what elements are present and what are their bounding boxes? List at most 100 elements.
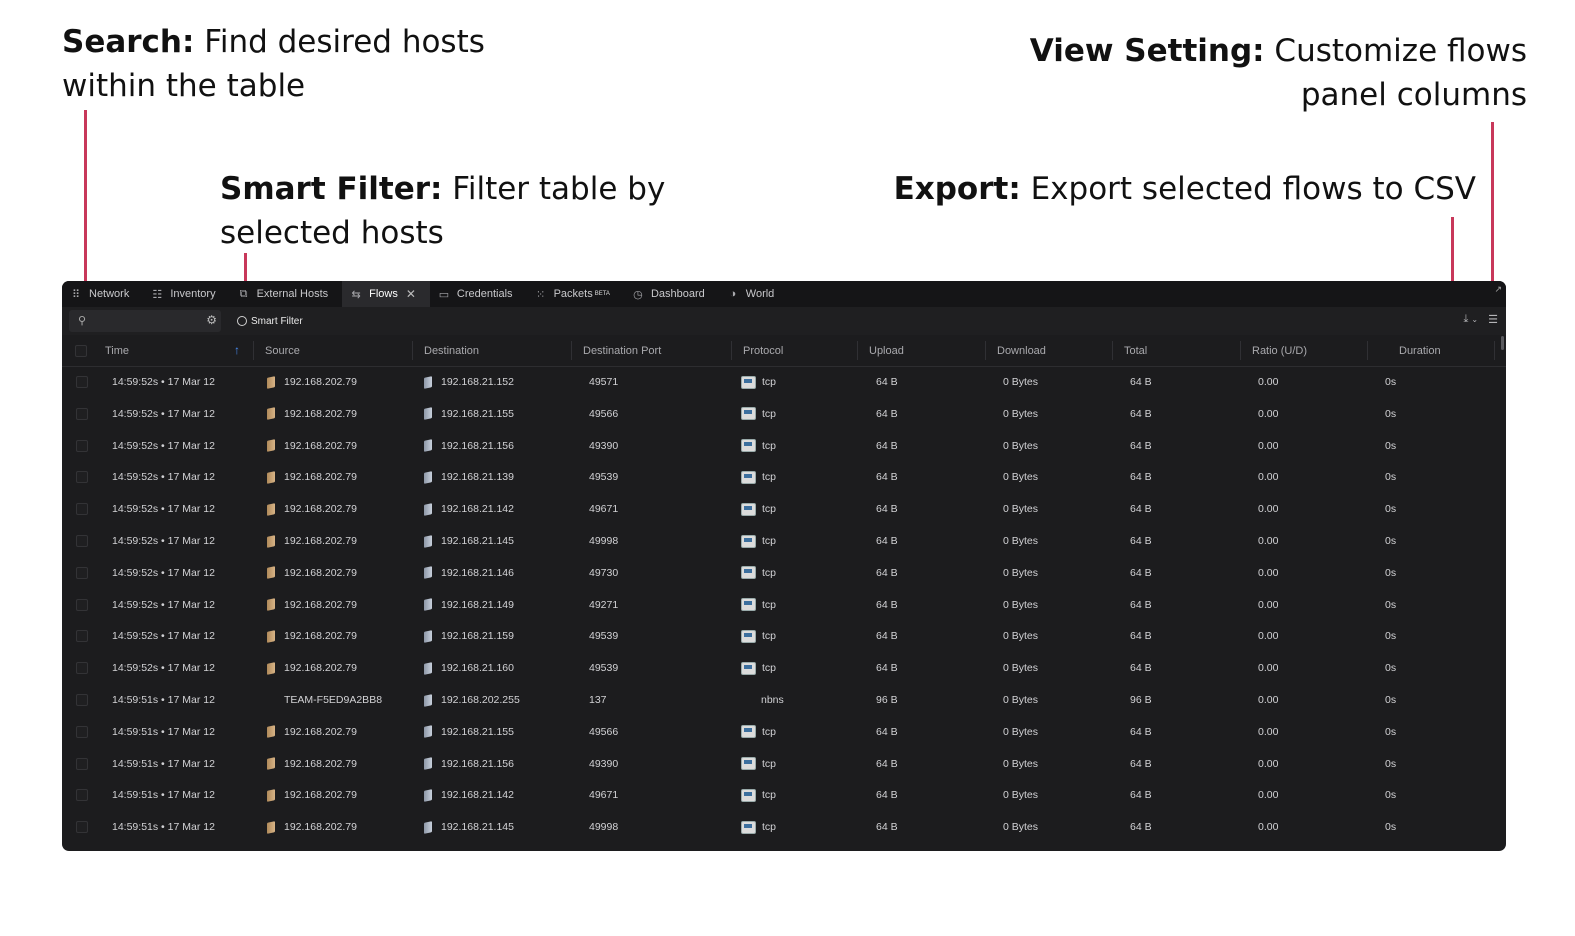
column-resize-handle[interactable] [412,341,413,360]
tab-packets[interactable]: ⁙ Packets BETA [527,281,624,307]
row-checkbox[interactable] [76,439,88,452]
row-checkbox-cell[interactable] [76,557,88,589]
row-checkbox[interactable] [76,630,88,643]
row-checkbox[interactable] [76,471,88,484]
table-row[interactable]: 14:59:51s • 17 Mar 12 TEAM-F5ED9A2BB8 192.… [62,684,1506,716]
upload-value: 64 B [876,566,898,579]
tab-inventory[interactable]: ☷ Inventory [143,281,229,307]
upload-value: 64 B [876,757,898,770]
total-value: 64 B [1130,630,1152,643]
row-checkbox-cell[interactable] [76,811,88,843]
column-header-ratio-u-d[interactable]: Ratio (U/D) [1252,335,1307,366]
ratio-value: 0.00 [1258,598,1279,611]
column-resize-handle[interactable] [731,341,732,360]
column-resize-handle[interactable] [571,341,572,360]
protocol-cell: tcp [741,366,776,398]
view-settings-button[interactable]: ☰ [1488,313,1498,326]
row-checkbox-cell[interactable] [76,525,88,557]
row-checkbox-cell[interactable] [76,461,88,493]
table-row[interactable]: 14:59:52s • 17 Mar 12 192.168.202.79 192.1… [62,366,1506,398]
column-header-protocol[interactable]: Protocol [743,335,783,366]
column-header-download[interactable]: Download [997,335,1046,366]
smart-filter-toggle[interactable]: Smart Filter [237,316,303,327]
row-checkbox[interactable] [76,503,88,516]
table-row[interactable]: 14:59:52s • 17 Mar 12 192.168.202.79 192.1… [62,461,1506,493]
select-all-checkbox-cell[interactable] [75,335,87,366]
column-header-destination[interactable]: Destination [424,335,479,366]
row-checkbox[interactable] [76,821,88,834]
row-checkbox-cell[interactable] [76,652,88,684]
row-checkbox-cell[interactable] [76,748,88,780]
column-resize-handle[interactable] [1112,341,1113,360]
tab-network[interactable]: ⠿ Network [62,281,143,307]
column-header-duration[interactable]: Duration [1399,335,1441,366]
row-checkbox[interactable] [76,407,88,420]
gear-icon[interactable]: ⚙ [206,313,217,327]
column-header-upload[interactable]: Upload [869,335,904,366]
close-icon[interactable]: ✕ [406,287,416,301]
table-row[interactable]: 14:59:52s • 17 Mar 12 192.168.202.79 192.1… [62,620,1506,652]
row-checkbox[interactable] [76,694,88,706]
tab-world[interactable]: ◑ World [719,281,789,307]
row-checkbox[interactable] [76,566,88,579]
row-checkbox[interactable] [76,376,88,388]
select-all-checkbox[interactable] [75,344,87,357]
download-value: 0 Bytes [1003,471,1039,484]
table-row[interactable]: 14:59:52s • 17 Mar 12 192.168.202.79 192.1… [62,589,1506,621]
row-checkbox-cell[interactable] [76,620,88,652]
table-row[interactable]: 14:59:52s • 17 Mar 12 192.168.202.79 192.1… [62,493,1506,525]
table-row[interactable]: 14:59:52s • 17 Mar 12 192.168.202.79 192.1… [62,398,1506,430]
table-row[interactable]: 14:59:52s • 17 Mar 12 192.168.202.79 192.1… [62,430,1506,462]
row-checkbox-cell[interactable] [76,589,88,621]
row-checkbox[interactable] [76,725,88,738]
source-host-icon [267,630,275,643]
table-row[interactable]: 14:59:51s • 17 Mar 12 192.168.202.79 192.1… [62,716,1506,748]
column-header-destination-port[interactable]: Destination Port [583,335,661,366]
download-cell: 0 Bytes [1003,748,1038,780]
column-resize-handle[interactable] [1240,341,1241,360]
row-checkbox[interactable] [76,789,88,802]
row-checkbox-cell[interactable] [76,398,88,430]
table-row[interactable]: 14:59:51s • 17 Mar 12 192.168.202.79 192.1… [62,811,1506,843]
port-cell: 49390 [589,748,618,780]
source-cell: 192.168.202.79 [267,779,357,811]
row-checkbox[interactable] [76,662,88,675]
column-header-time[interactable]: Time [105,335,129,366]
upload-value: 64 B [876,821,898,834]
upload-cell: 64 B [876,525,898,557]
row-checkbox-cell[interactable] [76,779,88,811]
row-checkbox-cell[interactable] [76,430,88,462]
tab-external-hosts[interactable]: ⧉ External Hosts [230,281,343,307]
column-resize-handle[interactable] [253,341,254,360]
column-header-source[interactable]: Source [265,335,300,366]
row-checkbox[interactable] [76,757,88,770]
column-header-total[interactable]: Total [1124,335,1147,366]
row-checkbox-cell[interactable] [76,493,88,525]
row-checkbox[interactable] [76,535,88,547]
source-cell: 192.168.202.79 [267,811,357,843]
column-resize-handle[interactable] [857,341,858,360]
tab-credentials[interactable]: ▭ Credentials [430,281,527,307]
column-resize-handle[interactable] [1494,341,1495,360]
source-value: 192.168.202.79 [284,630,357,643]
sort-ascending-icon[interactable]: ↑ [234,343,240,357]
search-input[interactable]: ⚲ ⚙ [69,310,221,332]
column-resize-handle[interactable] [1367,341,1368,360]
column-resize-handle[interactable] [985,341,986,360]
table-row[interactable]: 14:59:52s • 17 Mar 12 192.168.202.79 192.1… [62,557,1506,589]
table-row[interactable]: 14:59:51s • 17 Mar 12 192.168.202.79 192.1… [62,748,1506,780]
port-value: 49671 [589,503,619,516]
scrollbar[interactable] [1501,336,1504,350]
export-button[interactable]: ⤓ ⌄ [1463,313,1478,326]
table-row[interactable]: 14:59:52s • 17 Mar 12 192.168.202.79 192.1… [62,525,1506,557]
row-checkbox-cell[interactable] [76,684,88,716]
row-checkbox-cell[interactable] [76,716,88,748]
tab-flows[interactable]: ⇆ Flows ✕ [342,281,430,307]
table-row[interactable]: 14:59:52s • 17 Mar 12 192.168.202.79 192.1… [62,652,1506,684]
row-checkbox[interactable] [76,598,88,611]
destination-cell: 192.168.21.156 [424,430,514,462]
tab-dashboard[interactable]: ◷ Dashboard [624,281,719,307]
table-row[interactable]: 14:59:51s • 17 Mar 12 192.168.202.79 192.1… [62,779,1506,811]
expand-icon[interactable]: ↗ [1494,284,1502,295]
row-checkbox-cell[interactable] [76,366,88,398]
